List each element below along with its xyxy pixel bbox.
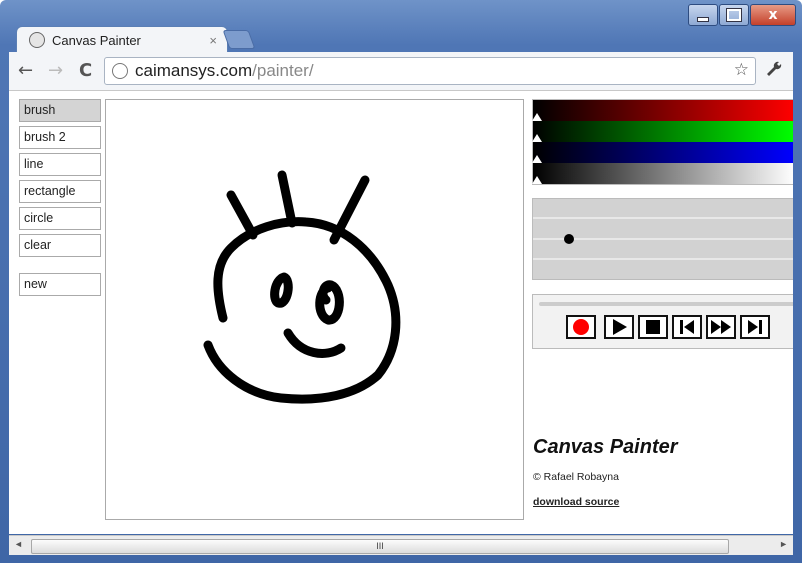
blue-slider[interactable] bbox=[532, 142, 793, 163]
fast-forward-button[interactable] bbox=[706, 315, 736, 339]
face-drawing bbox=[203, 170, 401, 404]
wrench-icon[interactable] bbox=[765, 60, 783, 82]
close-window-button[interactable]: x bbox=[750, 4, 796, 26]
url-text: caimansys.com/painter/ bbox=[135, 61, 314, 81]
skip-forward-button[interactable] bbox=[740, 315, 770, 339]
window-controls: x bbox=[687, 4, 796, 26]
minimize-icon bbox=[697, 16, 709, 22]
horizontal-scrollbar[interactable]: ◄ III ► bbox=[9, 535, 793, 555]
play-icon bbox=[613, 319, 627, 335]
playback-track[interactable] bbox=[539, 302, 793, 306]
download-source-link[interactable]: download source bbox=[533, 496, 619, 508]
drawing-canvas[interactable] bbox=[105, 99, 524, 520]
back-icon[interactable]: ← bbox=[18, 60, 33, 81]
skip-back-icon bbox=[680, 320, 694, 334]
brush-size-slider[interactable] bbox=[532, 198, 793, 280]
slider-marker[interactable] bbox=[532, 134, 542, 142]
tab-canvas-painter[interactable]: Canvas Painter × bbox=[16, 26, 228, 53]
maximize-icon bbox=[726, 8, 742, 22]
page-viewport: brush brush 2 line rectangle circle clea… bbox=[9, 91, 793, 534]
slider-marker[interactable] bbox=[532, 113, 542, 121]
copyright-text: © Rafael Robayna bbox=[533, 471, 619, 483]
scroll-thumb[interactable]: III bbox=[31, 539, 729, 554]
scroll-left-icon[interactable]: ◄ bbox=[14, 539, 23, 549]
tool-clear[interactable]: clear bbox=[19, 234, 101, 257]
tool-list: brush brush 2 line rectangle circle clea… bbox=[19, 99, 101, 300]
address-bar[interactable]: caimansys.com/painter/ ☆ bbox=[104, 57, 756, 85]
tool-circle[interactable]: circle bbox=[19, 207, 101, 230]
gray-slider[interactable] bbox=[532, 163, 793, 184]
play-button[interactable] bbox=[604, 315, 634, 339]
url-path: /painter/ bbox=[252, 61, 314, 80]
tab-close-icon[interactable]: × bbox=[209, 33, 217, 48]
tool-rectangle[interactable]: rectangle bbox=[19, 180, 101, 203]
stop-button[interactable] bbox=[638, 315, 668, 339]
size-handle[interactable] bbox=[564, 234, 574, 244]
tool-brush[interactable]: brush bbox=[19, 99, 101, 122]
slider-marker[interactable] bbox=[532, 176, 542, 184]
scroll-right-icon[interactable]: ► bbox=[779, 539, 788, 549]
forward-icon[interactable]: → bbox=[48, 60, 63, 81]
tool-brush-2[interactable]: brush 2 bbox=[19, 126, 101, 149]
skip-back-button[interactable] bbox=[672, 315, 702, 339]
page-info-icon[interactable] bbox=[112, 63, 128, 79]
green-slider[interactable] bbox=[532, 121, 793, 142]
size-guide-line bbox=[533, 258, 793, 260]
playback-controls bbox=[532, 294, 793, 349]
reload-icon[interactable]: C bbox=[79, 60, 92, 81]
stop-icon bbox=[646, 320, 660, 334]
maximize-button[interactable] bbox=[719, 4, 749, 26]
bookmark-star-icon[interactable]: ☆ bbox=[734, 60, 749, 80]
tab-title: Canvas Painter bbox=[52, 32, 141, 48]
skip-forward-icon bbox=[748, 320, 762, 334]
tool-line[interactable]: line bbox=[19, 153, 101, 176]
globe-icon bbox=[29, 32, 45, 48]
close-icon: x bbox=[768, 7, 778, 23]
record-icon bbox=[573, 319, 589, 335]
color-picker bbox=[532, 99, 793, 185]
minimize-button[interactable] bbox=[688, 4, 718, 26]
new-button[interactable]: new bbox=[19, 273, 101, 296]
size-guide-line bbox=[533, 217, 793, 219]
red-slider[interactable] bbox=[532, 100, 793, 121]
browser-window: x Canvas Painter × ← → C caimansys.com/p… bbox=[0, 0, 802, 563]
new-tab-button[interactable] bbox=[222, 30, 256, 49]
browser-toolbar: ← → C caimansys.com/painter/ ☆ bbox=[9, 52, 793, 91]
app-title: Canvas Painter bbox=[533, 436, 678, 458]
url-host: caimansys.com bbox=[135, 61, 253, 80]
record-button[interactable] bbox=[566, 315, 596, 339]
slider-marker[interactable] bbox=[532, 155, 542, 163]
fast-forward-icon bbox=[711, 320, 731, 334]
